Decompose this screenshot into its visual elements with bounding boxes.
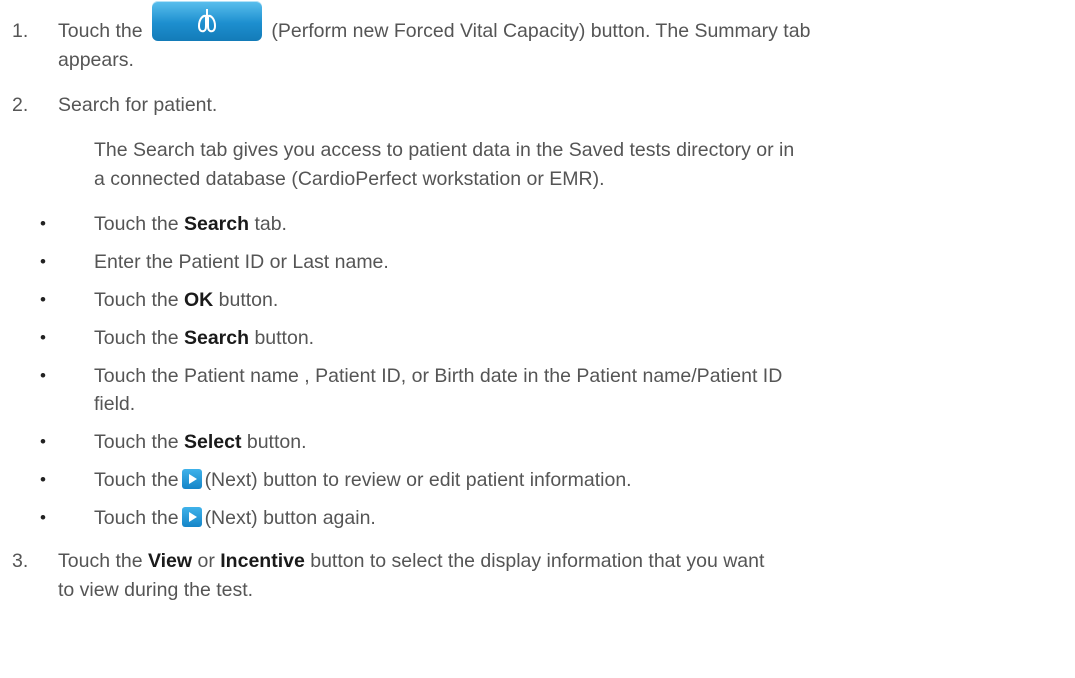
bold-term: Incentive <box>220 550 305 572</box>
bullet: • <box>40 214 46 233</box>
step-number: 3. <box>12 550 29 572</box>
step-text-continued: to view during the test. <box>58 579 254 601</box>
next-icon <box>181 507 202 528</box>
bullet: • <box>40 290 46 309</box>
bullet: • <box>40 508 46 527</box>
bullet: • <box>40 366 46 385</box>
list-item-text: field. <box>94 393 136 415</box>
step-text-post: (Perform new Forced Vital Capacity) butt… <box>271 20 811 42</box>
step-number: 1. <box>12 20 29 42</box>
instruction-page: 1. Touch the (Perform new Forced Vital C… <box>0 0 1075 678</box>
step-text-continued: appears. <box>58 49 134 71</box>
step-number: 2. <box>12 94 29 116</box>
bold-term: Search <box>183 327 250 349</box>
bullet: • <box>40 470 46 489</box>
bullet: • <box>40 432 46 451</box>
step-text: Touch the View or Incentive button to se… <box>58 550 765 572</box>
step-text: Search for patient. <box>58 94 218 116</box>
step-text: Touch the (Perform new Forced Vital Capa… <box>58 0 811 43</box>
bold-term: View <box>147 550 193 572</box>
paragraph-line: The Search tab gives you access to patie… <box>94 139 795 161</box>
bold-term: Select <box>183 431 242 453</box>
bullet: • <box>40 328 46 347</box>
bold-term: Search <box>183 213 250 235</box>
bold-term: OK <box>183 289 214 311</box>
list-item-text: Enter the Patient ID or Last name. <box>94 251 389 273</box>
bullet: • <box>40 252 46 271</box>
step-text-pre: Touch the <box>58 20 143 42</box>
lungs-icon <box>197 8 216 33</box>
perform-fvc-button <box>151 0 262 41</box>
list-item-text: Touch the Patient name , Patient ID, or … <box>94 365 783 387</box>
next-icon <box>181 469 202 490</box>
paragraph-line: a connected database (CardioPerfect work… <box>94 168 605 190</box>
